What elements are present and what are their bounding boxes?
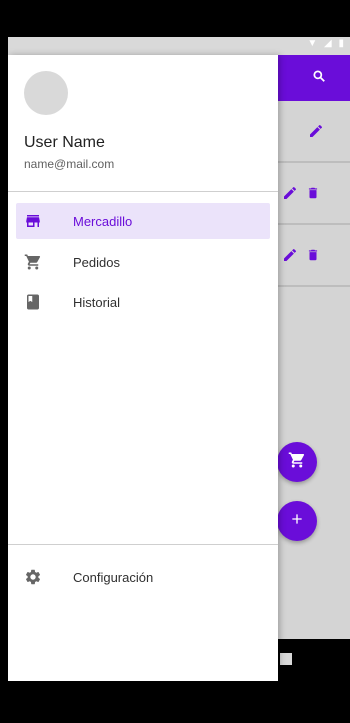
edit-icon[interactable] — [308, 123, 324, 144]
cart-icon — [288, 451, 306, 474]
delete-icon[interactable] — [306, 185, 320, 206]
drawer-divider — [8, 544, 278, 545]
screen: ▼ ◢ ▮ User Name name@mail.com Mercadillo… — [0, 0, 350, 723]
navigation-drawer: User Name name@mail.com Mercadillo Pedid… — [8, 55, 278, 681]
status-icons: ▼ ◢ ▮ — [307, 38, 346, 49]
drawer-item-label: Pedidos — [73, 255, 120, 270]
drawer-item-mercadillo[interactable]: Mercadillo — [16, 203, 270, 239]
search-icon[interactable] — [312, 69, 326, 88]
drawer-item-historial[interactable]: Historial — [16, 284, 270, 320]
store-icon — [24, 212, 42, 230]
gear-icon — [24, 568, 42, 586]
cart-fab[interactable] — [277, 442, 317, 482]
drawer-item-label: Configuración — [73, 570, 154, 585]
drawer-item-pedidos[interactable]: Pedidos — [16, 244, 270, 280]
cart-icon — [24, 253, 42, 271]
book-icon — [24, 293, 42, 311]
edit-icon[interactable] — [282, 247, 298, 268]
plus-icon — [289, 511, 305, 532]
avatar[interactable] — [24, 71, 68, 115]
drawer-divider — [8, 191, 278, 192]
user-name: User Name — [24, 134, 105, 151]
delete-icon[interactable] — [306, 247, 320, 268]
edit-icon[interactable] — [282, 185, 298, 206]
user-email: name@mail.com — [24, 157, 115, 171]
drawer-item-label: Mercadillo — [73, 214, 133, 229]
bottom-bezel — [0, 681, 350, 723]
status-bar: ▼ ◢ ▮ — [8, 37, 350, 55]
add-fab[interactable] — [277, 501, 317, 541]
drawer-item-label: Historial — [73, 295, 120, 310]
recents-button[interactable] — [280, 653, 292, 665]
drawer-item-configuracion[interactable]: Configuración — [16, 559, 270, 595]
